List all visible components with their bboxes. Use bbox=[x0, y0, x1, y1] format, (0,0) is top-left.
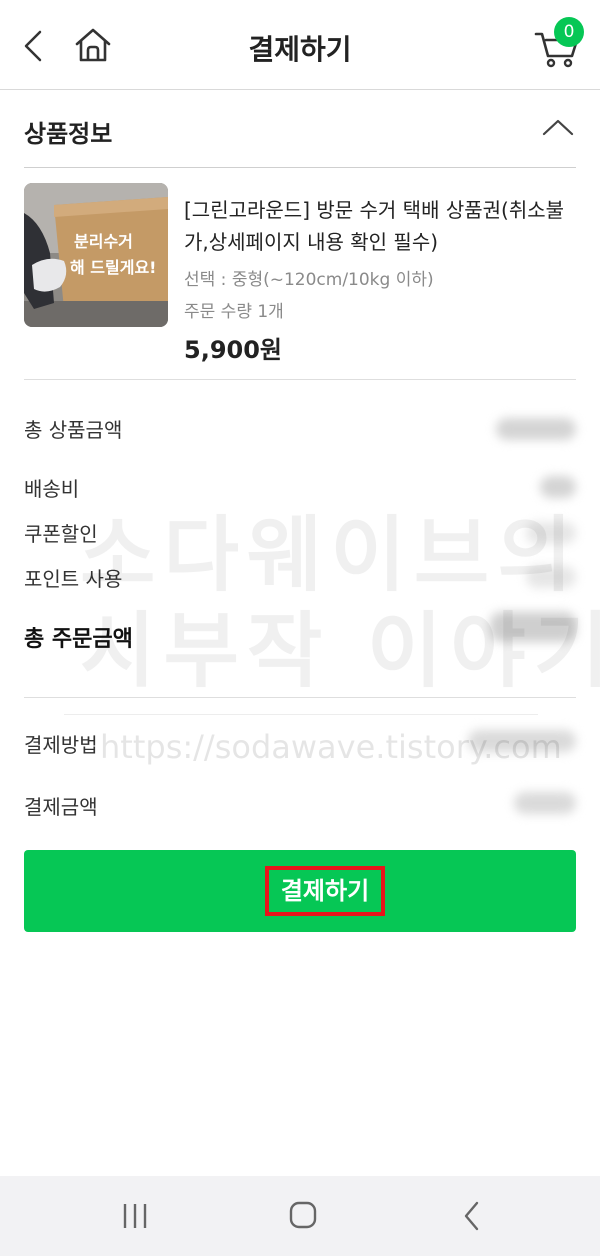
checkout-page: 결제하기 0 상품정보 분리수거 해 드릴게요! [그린고라운드] 방문 수거 … bbox=[0, 0, 600, 1256]
payment-amount-value bbox=[514, 792, 576, 814]
watermark-line-2: 시부작 이야기 bbox=[80, 604, 600, 699]
home-button[interactable] bbox=[72, 24, 114, 66]
thumbnail-text-2: 해 드릴게요! bbox=[70, 258, 156, 277]
home-icon bbox=[75, 28, 111, 62]
product-item: 분리수거 해 드릴게요! [그린고라운드] 방문 수거 택배 상품권(취소불가,… bbox=[24, 168, 576, 380]
collapse-button[interactable] bbox=[540, 112, 576, 142]
recent-apps-icon bbox=[123, 1204, 147, 1228]
nav-home-icon bbox=[289, 1201, 317, 1229]
nav-back-button[interactable] bbox=[452, 1198, 492, 1234]
chevron-left-icon bbox=[24, 30, 42, 62]
back-button[interactable] bbox=[18, 26, 48, 66]
pay-button-label: 결제하기 bbox=[265, 866, 385, 916]
recent-apps-button[interactable] bbox=[115, 1198, 155, 1234]
watermark-line-1: 소다웨이브의 bbox=[80, 508, 581, 603]
chevron-up-icon bbox=[542, 119, 574, 136]
watermark-divider bbox=[64, 714, 538, 715]
product-info-title: 상품정보 bbox=[24, 120, 113, 148]
payment-method-label: 결제방법 bbox=[24, 733, 98, 757]
cart-count-badge: 0 bbox=[554, 17, 584, 47]
summary-divider bbox=[24, 697, 576, 698]
shipping-fee-value bbox=[540, 476, 576, 498]
nav-back-icon bbox=[464, 1201, 479, 1231]
coupon-discount-value bbox=[526, 522, 576, 544]
points-used-label: 포인트 사용 bbox=[24, 567, 123, 591]
nav-home-button[interactable] bbox=[283, 1198, 323, 1234]
payment-method-value bbox=[468, 730, 576, 752]
coupon-discount-label: 쿠폰할인 bbox=[24, 522, 98, 546]
total-order-amount-value bbox=[490, 612, 576, 642]
total-order-amount-label: 총 주문금액 bbox=[24, 627, 133, 652]
thumbnail-text-1: 분리수거 bbox=[74, 232, 133, 251]
total-product-amount-label: 총 상품금액 bbox=[24, 418, 123, 442]
product-thumbnail: 분리수거 해 드릴게요! bbox=[24, 183, 168, 327]
payment-amount-label: 결제금액 bbox=[24, 795, 98, 819]
system-nav-bar bbox=[0, 1176, 600, 1256]
product-option: 선택 : 중형(~120cm/10kg 이하) bbox=[184, 270, 434, 290]
product-quantity: 주문 수량 1개 bbox=[184, 302, 284, 322]
pay-button[interactable]: 결제하기 bbox=[24, 850, 576, 932]
product-price: 5,900원 bbox=[184, 336, 282, 364]
total-product-amount-value bbox=[496, 418, 576, 440]
shipping-fee-label: 배송비 bbox=[24, 477, 80, 501]
points-used-value bbox=[526, 566, 576, 588]
product-name[interactable]: [그린고라운드] 방문 수거 택배 상품권(취소불가,상세페이지 내용 확인 필… bbox=[184, 194, 576, 258]
product-info-header[interactable]: 상품정보 bbox=[24, 90, 576, 168]
app-header: 결제하기 0 bbox=[0, 0, 600, 90]
